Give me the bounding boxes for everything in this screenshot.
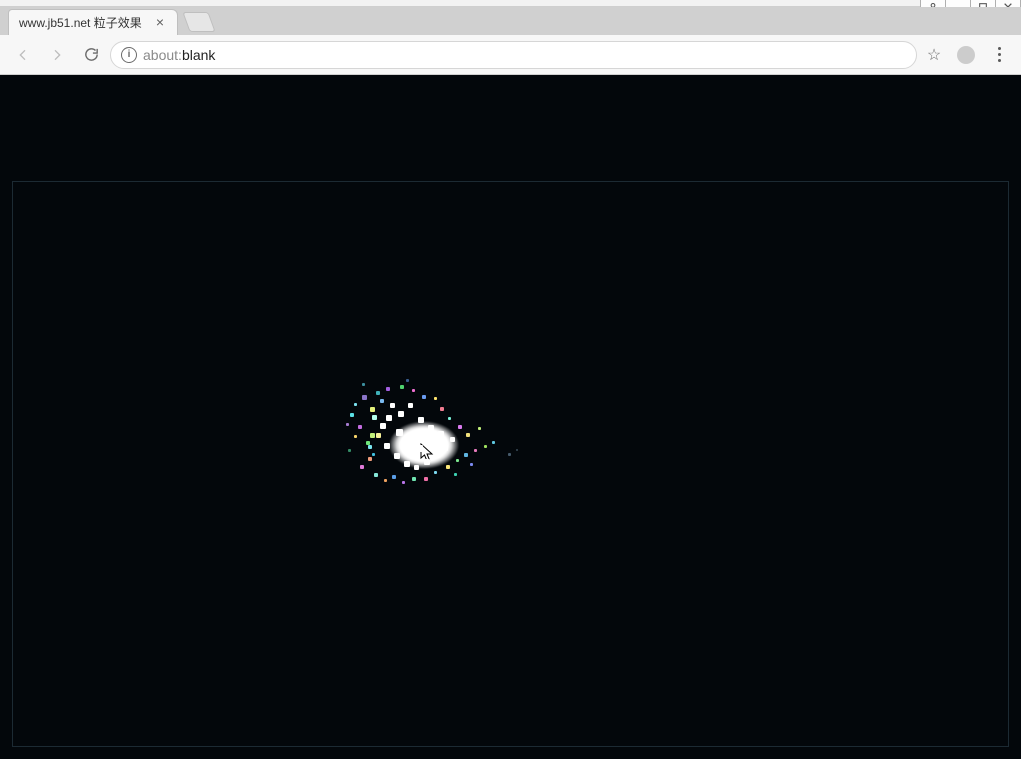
particle xyxy=(492,441,495,444)
titlebar xyxy=(0,0,1021,7)
demo-canvas-frame xyxy=(12,181,1009,747)
particle xyxy=(434,471,437,474)
particle xyxy=(464,453,468,457)
particle xyxy=(516,449,518,451)
particle xyxy=(376,391,380,395)
particle xyxy=(380,423,386,429)
particle xyxy=(470,463,473,466)
particle xyxy=(446,465,450,469)
particle xyxy=(440,407,444,411)
particle xyxy=(448,417,451,420)
particle xyxy=(372,453,375,456)
particle xyxy=(362,395,367,400)
particle xyxy=(348,449,351,452)
particle xyxy=(380,399,384,403)
particle xyxy=(442,445,448,451)
particle xyxy=(478,427,481,430)
particle xyxy=(372,415,377,420)
particle xyxy=(428,425,434,431)
forward-button[interactable] xyxy=(42,41,72,69)
extension-icon[interactable] xyxy=(957,46,975,64)
new-tab-button[interactable] xyxy=(182,12,215,32)
particle xyxy=(438,431,444,437)
particle xyxy=(396,429,403,436)
particle xyxy=(374,473,378,477)
particle xyxy=(346,423,349,426)
particle xyxy=(466,433,470,437)
particle xyxy=(384,443,390,449)
particle xyxy=(390,403,395,408)
toolbar: i about:blank ☆ xyxy=(0,35,1021,75)
url-page: blank xyxy=(182,47,215,63)
particle xyxy=(358,425,362,429)
reload-button[interactable] xyxy=(76,41,106,69)
particle xyxy=(386,387,390,391)
particle xyxy=(422,395,426,399)
particle xyxy=(406,379,409,382)
particle xyxy=(408,403,413,408)
particle xyxy=(386,415,392,421)
particle xyxy=(360,465,364,469)
url-scheme: about: xyxy=(143,47,182,63)
kebab-menu-button[interactable] xyxy=(985,47,1013,62)
browser-tab[interactable]: www.jb51.net 粒子效果 × xyxy=(8,9,178,35)
particle xyxy=(354,435,357,438)
particle xyxy=(450,437,455,442)
address-bar[interactable]: i about:blank xyxy=(110,41,917,69)
site-info-icon[interactable]: i xyxy=(121,47,137,63)
particle xyxy=(368,457,372,461)
particle xyxy=(402,481,405,484)
url-text: about:blank xyxy=(143,47,215,63)
particle xyxy=(384,479,387,482)
particle xyxy=(414,465,419,470)
tabstrip: www.jb51.net 粒子效果 × xyxy=(0,7,1021,35)
particle xyxy=(458,425,462,429)
particle xyxy=(412,477,416,481)
particle xyxy=(394,453,400,459)
tab-close-button[interactable]: × xyxy=(153,16,167,30)
particle xyxy=(424,459,430,465)
particle xyxy=(350,413,354,417)
particle xyxy=(362,383,365,386)
particle xyxy=(370,407,375,412)
particle xyxy=(410,453,416,459)
particle xyxy=(454,473,457,476)
particle xyxy=(424,477,428,481)
particle xyxy=(398,411,404,417)
particle xyxy=(354,403,357,406)
tab-title: www.jb51.net 粒子效果 xyxy=(19,14,145,31)
particle xyxy=(404,461,410,467)
particle xyxy=(456,459,459,462)
particle xyxy=(434,397,437,400)
particle xyxy=(392,475,396,479)
particle xyxy=(400,385,404,389)
particle xyxy=(406,437,413,444)
bookmark-star-icon[interactable]: ☆ xyxy=(921,45,947,65)
particle xyxy=(508,453,511,456)
particle xyxy=(370,433,375,438)
page-viewport[interactable] xyxy=(0,75,1021,759)
particle xyxy=(474,449,477,452)
particle xyxy=(434,453,439,458)
back-button[interactable] xyxy=(8,41,38,69)
particle xyxy=(484,445,487,448)
particle xyxy=(368,445,372,449)
particle xyxy=(376,433,381,438)
particle xyxy=(412,389,415,392)
particle xyxy=(418,417,424,423)
particle xyxy=(426,439,433,446)
particle xyxy=(416,445,423,452)
